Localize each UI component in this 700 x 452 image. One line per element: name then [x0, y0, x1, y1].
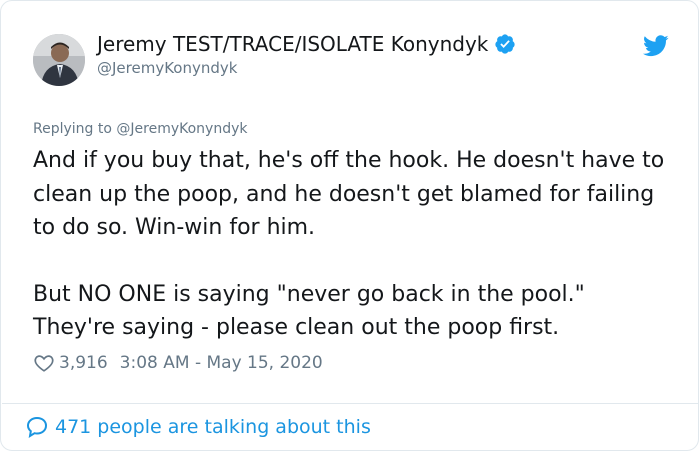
twitter-bird-icon[interactable] [643, 35, 669, 57]
tweet-meta-row: 3,916 3:08 AM - May 15, 2020 [33, 352, 323, 374]
tweet-paragraph-2: But NO ONE is saying "never go back in t… [33, 281, 585, 341]
replying-to-handle[interactable]: @JeremyKonyndyk [116, 121, 247, 137]
person-avatar-icon [33, 34, 85, 86]
tweet-timestamp[interactable]: 3:08 AM - May 15, 2020 [120, 353, 323, 373]
author-handle[interactable]: @JeremyKonyndyk [97, 59, 237, 77]
author-name-row[interactable]: Jeremy TEST/TRACE/ISOLATE Konyndyk [97, 32, 516, 56]
talking-about-label[interactable]: 471 people are talking about this [55, 416, 371, 438]
divider [2, 403, 699, 404]
heart-icon[interactable] [33, 352, 55, 374]
like-count[interactable]: 3,916 [59, 353, 108, 373]
author-display-name[interactable]: Jeremy TEST/TRACE/ISOLATE Konyndyk [97, 32, 488, 56]
tweet-body: And if you buy that, he's off the hook. … [33, 144, 673, 345]
tweet-paragraph-1: And if you buy that, he's off the hook. … [33, 148, 665, 240]
verified-badge-icon [495, 34, 516, 54]
conversation-link[interactable]: 471 people are talking about this [25, 415, 371, 439]
tweet-embed-card[interactable]: Jeremy TEST/TRACE/ISOLATE Konyndyk @Jere… [0, 0, 699, 451]
replying-to-line: Replying to @JeremyKonyndyk [33, 121, 247, 137]
avatar[interactable] [33, 34, 85, 86]
replying-to-prefix: Replying to [33, 121, 117, 137]
speech-bubble-icon [26, 416, 48, 438]
